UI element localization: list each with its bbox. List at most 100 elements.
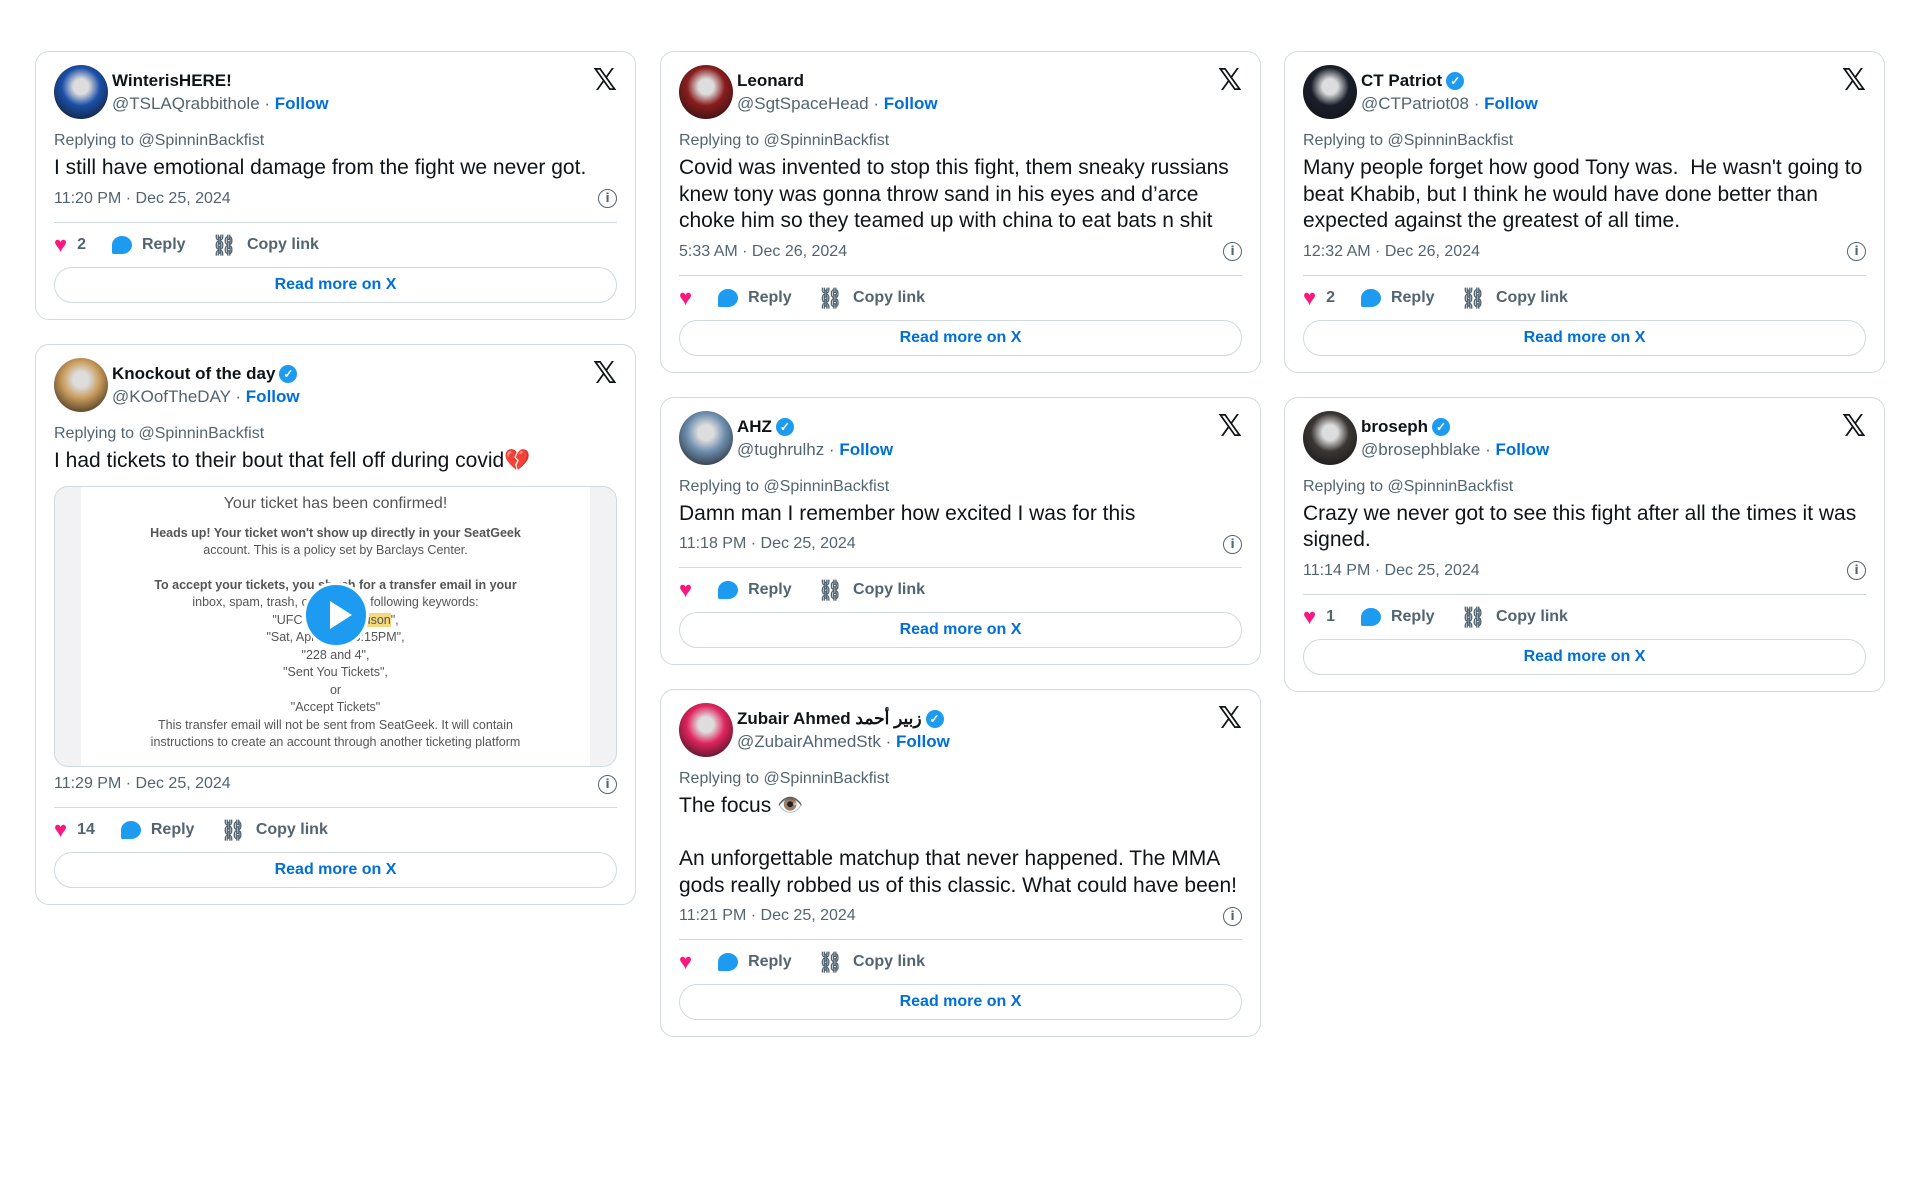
reply-button[interactable]: Reply	[718, 581, 792, 599]
author-name[interactable]: Leonard	[737, 70, 804, 92]
copy-link-label: Copy link	[1495, 607, 1568, 625]
follow-button[interactable]: Follow	[246, 387, 300, 406]
timestamp[interactable]: 11:18 PM · Dec 25, 2024	[679, 535, 856, 553]
tweet-card: CT Patriot ✓ @CTPatriot08 · Follow 𝕏 Repl…	[1284, 51, 1885, 373]
timestamp[interactable]: 5:33 AM · Dec 26, 2024	[679, 243, 847, 261]
follow-button[interactable]: Follow	[1495, 440, 1549, 459]
x-logo-icon[interactable]: 𝕏	[1218, 704, 1242, 734]
copy-link-button[interactable]: ⛓ Copy link	[818, 950, 925, 974]
x-logo-icon[interactable]: 𝕏	[1842, 66, 1866, 96]
like-count: 2	[1326, 288, 1335, 306]
reply-to-handle[interactable]: @SpinninBackfist	[139, 132, 265, 149]
like-button[interactable]: ♥	[679, 286, 692, 309]
follow-button[interactable]: Follow	[275, 94, 329, 113]
like-button[interactable]: ♥	[679, 579, 692, 601]
read-more-button[interactable]: Read more on X	[54, 852, 617, 888]
like-button[interactable]: ♥ 1	[1303, 605, 1335, 628]
reply-button[interactable]: Reply	[1360, 607, 1435, 626]
reply-to-handle[interactable]: @SpinninBackfist	[1388, 478, 1514, 495]
x-logo-icon[interactable]: 𝕏	[1218, 411, 1242, 442]
author-name[interactable]: AHZ	[737, 416, 772, 438]
avatar[interactable]	[679, 703, 733, 757]
copy-link-button[interactable]: ⛓ Copy link	[220, 818, 327, 842]
reply-button[interactable]: Reply	[111, 235, 186, 254]
avatar[interactable]	[54, 357, 108, 412]
read-more-button[interactable]: Read more on X	[679, 612, 1242, 648]
info-icon[interactable]: i	[1223, 242, 1242, 261]
author-name[interactable]: Zubair Ahmed زبير أحمد	[737, 708, 922, 730]
reply-to-handle[interactable]: @SpinninBackfist	[764, 132, 890, 149]
read-more-button[interactable]: Read more on X	[1303, 319, 1866, 356]
x-logo-icon[interactable]: 𝕏	[593, 66, 617, 96]
copy-link-label: Copy link	[853, 953, 926, 970]
replying-label: Replying to	[679, 132, 760, 149]
x-logo-icon[interactable]: 𝕏	[1842, 411, 1866, 442]
reply-button[interactable]: Reply	[120, 821, 194, 839]
like-button[interactable]: ♥	[679, 951, 692, 973]
avatar[interactable]	[54, 65, 108, 119]
follow-button[interactable]: Follow	[839, 440, 893, 459]
copy-link-button[interactable]: ⛓ Copy link	[818, 286, 925, 310]
replying-to: Replying to @SpinninBackfist	[679, 477, 1242, 497]
avatar[interactable]	[1303, 65, 1357, 119]
media-text-line: This transfer email will not be sent fro…	[157, 717, 513, 732]
reply-to-handle[interactable]: @SpinninBackfist	[139, 425, 265, 442]
reply-button[interactable]: Reply	[718, 953, 792, 971]
author-name[interactable]: Knockout of the day	[112, 363, 275, 385]
author-name[interactable]: CT Patriot	[1361, 70, 1442, 92]
video-media[interactable]: Your ticket has been confirmed! Heads up!…	[54, 486, 617, 767]
read-more-button[interactable]: Read more on X	[679, 319, 1242, 356]
info-icon[interactable]: i	[1223, 906, 1242, 926]
author-handle[interactable]: @CTPatriot08	[1361, 94, 1469, 113]
x-logo-icon[interactable]: 𝕏	[593, 358, 617, 389]
copy-link-label: Copy link	[1495, 288, 1568, 306]
read-more-button[interactable]: Read more on X	[679, 984, 1242, 1020]
like-button[interactable]: ♥ 2	[54, 233, 86, 256]
read-more-button[interactable]: Read more on X	[1303, 638, 1866, 675]
follow-button[interactable]: Follow	[896, 732, 950, 751]
reply-to-handle[interactable]: @SpinninBackfist	[764, 770, 890, 787]
avatar[interactable]	[679, 65, 733, 119]
timestamp[interactable]: 12:32 AM · Dec 26, 2024	[1303, 243, 1480, 261]
timestamp[interactable]: 11:29 PM · Dec 25, 2024	[54, 775, 231, 793]
follow-button[interactable]: Follow	[1484, 94, 1538, 113]
follow-button[interactable]: Follow	[884, 94, 938, 113]
info-icon[interactable]: i	[598, 189, 617, 208]
play-icon[interactable]	[302, 581, 369, 648]
avatar[interactable]	[1303, 410, 1357, 465]
column-1: WinterisHERE! @TSLAQrabbithole · Follow …	[35, 51, 636, 905]
author-handle[interactable]: @tughrulhz	[737, 440, 824, 459]
author-name[interactable]: broseph	[1361, 416, 1428, 438]
copy-link-button[interactable]: ⛓ Copy link	[1461, 286, 1568, 310]
like-button[interactable]: ♥ 2	[1303, 286, 1335, 309]
x-logo-icon[interactable]: 𝕏	[1218, 66, 1242, 96]
reply-to-handle[interactable]: @SpinninBackfist	[764, 478, 890, 495]
avatar[interactable]	[679, 410, 733, 465]
copy-link-button[interactable]: ⛓ Copy link	[212, 233, 319, 257]
verified-badge-icon: ✓	[775, 417, 794, 436]
reply-button[interactable]: Reply	[1360, 288, 1435, 307]
read-more-button[interactable]: Read more on X	[54, 266, 617, 303]
reply-label: Reply	[1390, 288, 1435, 306]
replying-label: Replying to	[1303, 477, 1384, 495]
copy-link-button[interactable]: ⛓ Copy link	[1461, 605, 1568, 629]
info-icon[interactable]: i	[598, 774, 617, 794]
author-name[interactable]: WinterisHERE!	[112, 70, 232, 92]
timestamp[interactable]: 11:20 PM · Dec 25, 2024	[54, 190, 231, 208]
reply-to-handle[interactable]: @SpinninBackfist	[1388, 132, 1514, 149]
author-handle[interactable]: @SgtSpaceHead	[737, 94, 869, 113]
author-handle[interactable]: @KOofTheDAY	[112, 387, 231, 406]
copy-link-label: Copy link	[255, 821, 328, 838]
reply-button[interactable]: Reply	[718, 288, 792, 307]
author-handle[interactable]: @brosephblake	[1361, 440, 1480, 459]
copy-link-button[interactable]: ⛓ Copy link	[818, 578, 925, 602]
timestamp[interactable]: 11:14 PM · Dec 25, 2024	[1303, 562, 1480, 580]
author-handle[interactable]: @TSLAQrabbithole	[112, 94, 260, 113]
like-button[interactable]: ♥ 14	[54, 819, 95, 841]
timestamp[interactable]: 11:21 PM · Dec 25, 2024	[679, 907, 856, 925]
tweet-text: The focus 👁️ An unforgettable matchup th…	[679, 794, 1237, 897]
info-icon[interactable]: i	[1847, 561, 1866, 580]
info-icon[interactable]: i	[1223, 534, 1242, 554]
author-handle[interactable]: @ZubairAhmedStk	[737, 732, 881, 751]
info-icon[interactable]: i	[1847, 242, 1866, 261]
